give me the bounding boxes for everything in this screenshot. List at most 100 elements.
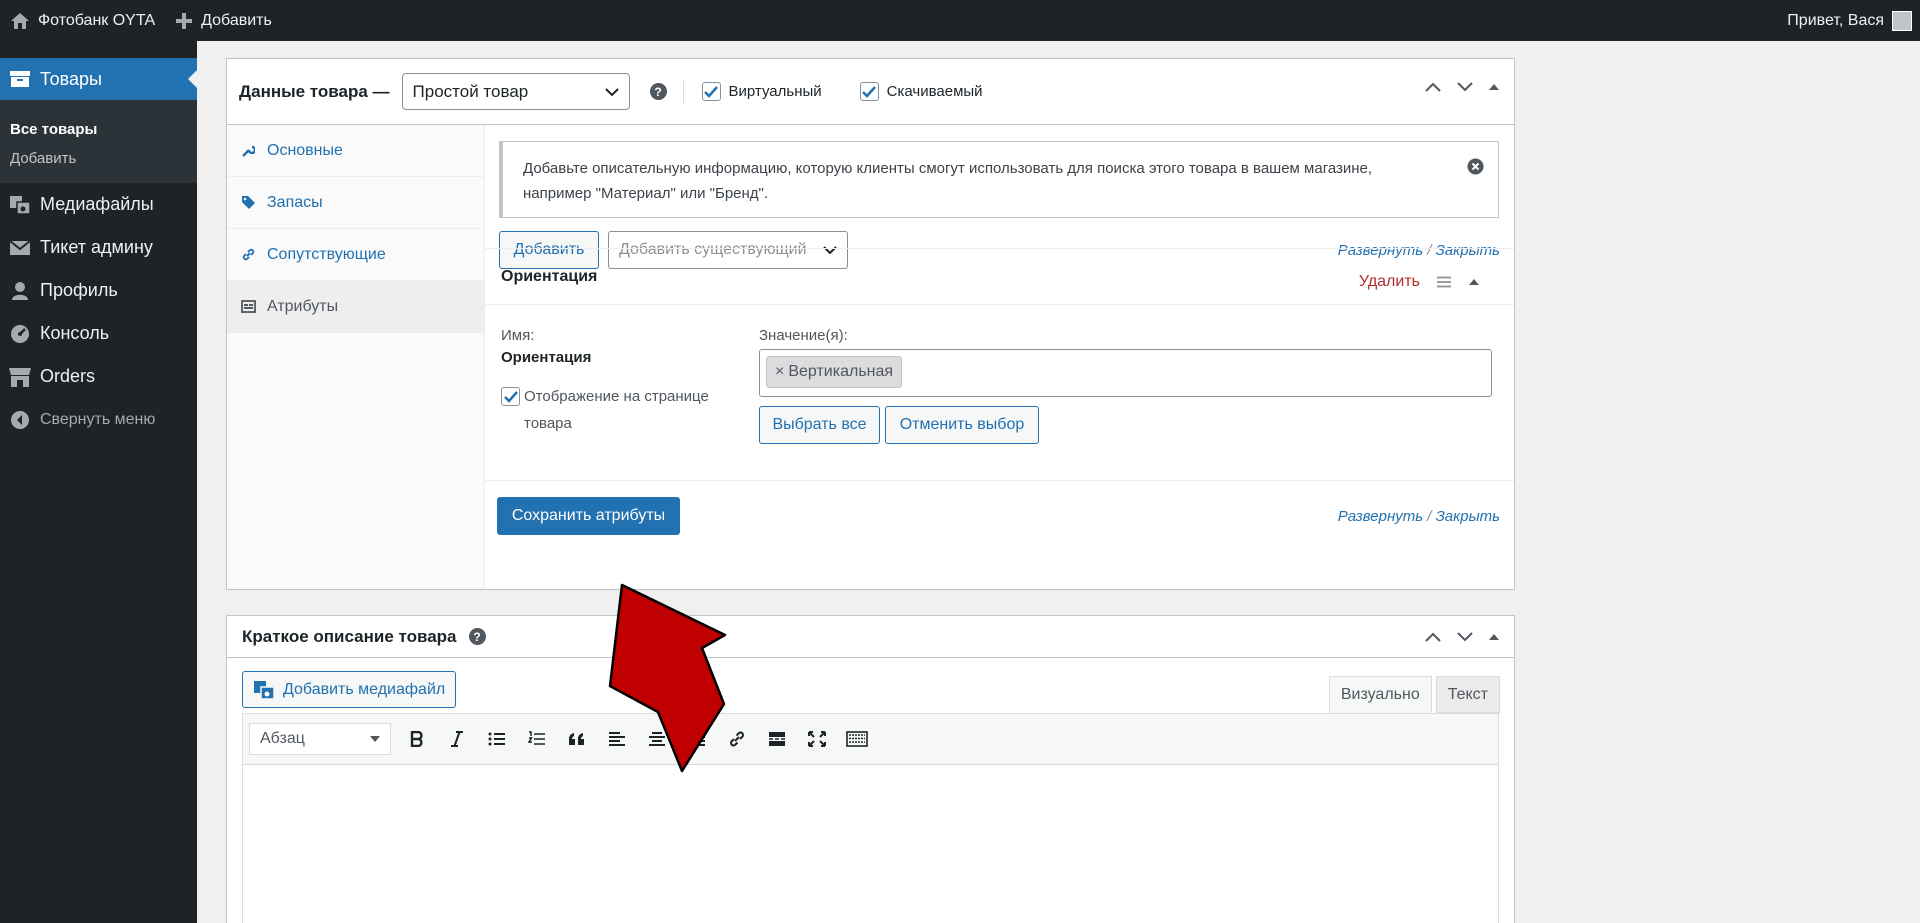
tab-label: Атрибуты [267,297,339,315]
sidebar-item-media[interactable]: Медиафайлы [0,183,197,226]
values-token-field[interactable]: × Вертикальная [759,349,1492,397]
delete-attribute-link[interactable]: Удалить [1359,273,1420,291]
toggle-panel-icon[interactable] [1488,83,1500,91]
checkmark-icon [503,390,518,403]
attribute-actions: Удалить [1359,273,1480,291]
product-type-value: Простой товар [412,81,529,101]
product-data-box: Данные товара — Простой товар ? Виртуаль… [226,58,1515,590]
close-link[interactable]: Закрыть [1436,508,1500,525]
tag-icon [241,195,257,210]
tab-linked-products[interactable]: Сопутствующие [227,229,484,281]
collapse-menu-button[interactable]: Свернуть меню [0,398,197,441]
visible-checkbox-group: Отображение на странице товара [501,383,731,437]
values-label: Значение(я): [759,327,848,344]
name-value: Ориентация [501,349,592,366]
keyboard-icon [846,731,868,747]
sidebar-item-ticket[interactable]: Тикет админу [0,226,197,269]
tab-attributes[interactable]: Атрибуты [227,281,484,333]
product-data-title: Данные товара — [239,81,390,101]
deselect-all-button[interactable]: Отменить выбор [885,406,1039,444]
sidebar-item-orders[interactable]: Orders [0,355,197,398]
short-description-editor[interactable] [242,765,1499,923]
virtual-checkbox[interactable] [701,82,721,101]
tab-visual[interactable]: Визуально [1328,676,1432,713]
add-media-button[interactable]: Добавить медиафайл [242,671,457,708]
help-icon[interactable]: ? [468,628,486,645]
link-separator: / [1427,508,1432,525]
move-up-icon[interactable] [1424,81,1442,93]
attribute-body: Имя: Ориентация Отображение на странице … [485,305,1514,481]
toolbar-toggle-button[interactable] [837,719,877,759]
add-new-label: Добавить [201,11,272,29]
fullscreen-button[interactable] [797,719,837,759]
short-description-header: Краткое описание товара ? [227,616,1514,658]
home-icon [11,12,29,29]
short-description-box: Краткое описание товара ? Добавить медиа… [226,615,1515,923]
product-data-header: Данные товара — Простой товар ? Виртуаль… [227,59,1514,125]
submenu-add-product[interactable]: Добавить [0,144,197,173]
archive-icon [8,67,32,91]
tab-general[interactable]: Основные [227,125,484,177]
greeting: Привет, Вася [1787,11,1884,29]
remove-token-icon[interactable]: × [775,363,784,381]
name-label: Имя: [501,327,535,344]
sidebar-item-label: Тикет админу [40,237,153,257]
sidebar-item-profile[interactable]: Профиль [0,269,197,312]
tab-label: Основные [267,141,343,159]
toggle-attribute-icon[interactable] [1468,278,1480,286]
tab-label: Сопутствующие [267,245,386,263]
move-down-icon[interactable] [1456,631,1474,643]
product-data-tabs: Основные Запасы Сопутствующие Атрибуты [227,125,485,589]
drag-handle-icon[interactable] [1436,276,1452,288]
collapse-menu-label: Свернуть меню [40,410,156,428]
user-menu[interactable]: Привет, Вася [1777,0,1920,41]
tab-inventory[interactable]: Запасы [227,177,484,229]
virtual-label: Виртуальный [728,83,822,100]
plus-icon [176,12,193,29]
help-icon[interactable]: ? [649,83,667,100]
bullet-list-button[interactable] [477,719,517,759]
short-description-title: Краткое описание товара [242,626,457,646]
attribute-name-heading: Ориентация [501,267,598,285]
move-up-icon[interactable] [1424,631,1442,643]
dismiss-icon[interactable] [1467,158,1484,175]
expand-link[interactable]: Развернуть [1338,508,1423,525]
italic-button[interactable] [437,719,477,759]
downloadable-checkbox[interactable] [859,82,879,101]
read-more-button[interactable] [757,719,797,759]
product-type-select[interactable]: Простой товар [401,73,630,110]
sidebar-item-label: Медиафайлы [40,194,154,214]
mail-icon [8,236,32,260]
sidebar-item-console[interactable]: Консоль [0,312,197,355]
numbered-list-button[interactable] [517,719,557,759]
toggle-panel-icon[interactable] [1488,633,1500,641]
attributes-notice: Добавьте описательную информацию, котору… [499,141,1499,218]
red-pointer-arrow-icon [608,583,727,773]
move-down-icon[interactable] [1456,81,1474,93]
notice-text: Добавьте описательную информацию, котору… [523,160,1373,202]
sidebar-item-label: Консоль [40,323,110,343]
bold-button[interactable] [397,719,437,759]
attributes-panel: Добавьте описательную информацию, котору… [485,125,1514,589]
wrench-icon [241,144,257,158]
submenu-all-products[interactable]: Все товары [0,115,197,144]
box-controls [1424,81,1500,93]
sidebar-item-products[interactable]: Товары [0,58,197,100]
format-select[interactable]: Абзац [249,723,391,755]
add-new-link[interactable]: Добавить [165,0,282,41]
media-icon [8,193,32,217]
tab-text[interactable]: Текст [1435,676,1500,713]
divider [682,80,684,103]
save-attributes-button[interactable]: Сохранить атрибуты [497,497,680,535]
select-all-button[interactable]: Выбрать все [759,406,880,444]
token-label: Вертикальная [788,363,894,380]
visible-on-page-checkbox[interactable] [501,387,520,406]
value-token: × Вертикальная [766,356,903,388]
sidebar-item-label: Товары [40,68,102,89]
downloadable-checkbox-group: Скачиваемый [859,82,983,101]
attribute-header[interactable]: Ориентация Удалить [485,248,1514,305]
quote-icon [569,733,584,745]
site-name-link[interactable]: Фотобанк OYTA [0,0,165,41]
user-icon [8,279,32,303]
box-controls [1424,631,1500,643]
